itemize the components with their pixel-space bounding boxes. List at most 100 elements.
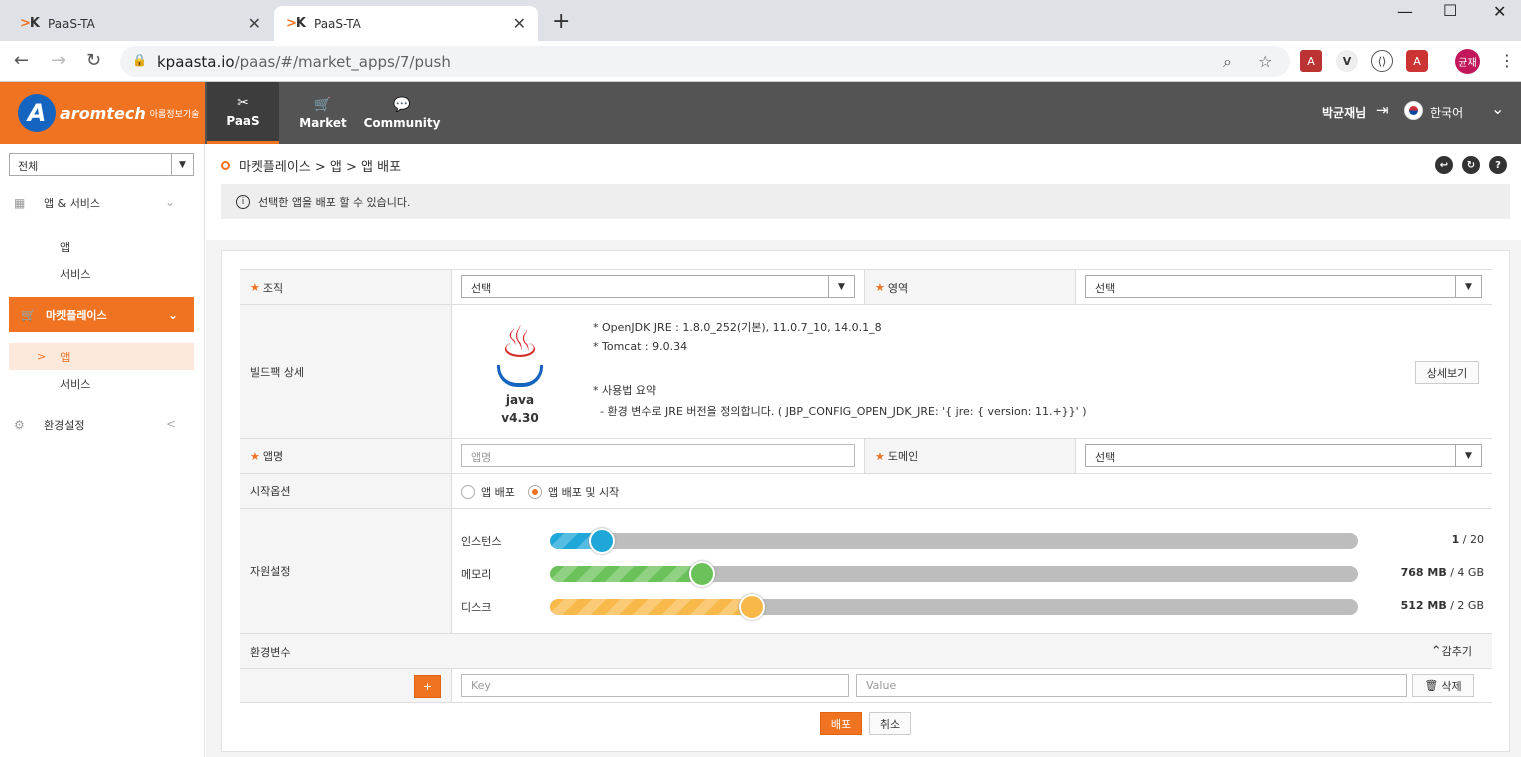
org-select[interactable]: 선택 ▼: [461, 275, 855, 298]
chevron-down-icon[interactable]: ⌄: [165, 195, 175, 209]
disk-slider-handle[interactable]: [739, 594, 765, 620]
memory-label: 메모리: [461, 568, 492, 581]
browser-tab-active[interactable]: >K PaaS-TA ✕: [274, 6, 538, 41]
instance-label: 인스턴스: [461, 535, 502, 548]
add-env-button[interactable]: +: [414, 675, 441, 698]
nav-market[interactable]: 🛒 Market: [293, 82, 353, 144]
tab-title: PaaS-TA: [314, 16, 361, 31]
memory-slider-track[interactable]: [550, 566, 1358, 582]
sidebar-item-app[interactable]: 앱: [60, 239, 70, 255]
deploy-button[interactable]: 배포: [820, 712, 862, 735]
new-tab-icon[interactable]: +: [552, 9, 570, 34]
pdf-extension-icon[interactable]: A: [1300, 50, 1322, 72]
aromtech-logo-icon: A: [18, 94, 56, 132]
info-message: i 선택한 앱을 배포 할 수 있습니다.: [221, 184, 1510, 219]
brand-sub: 아롬정보기술: [149, 109, 200, 120]
appname-input[interactable]: 앱명: [461, 444, 855, 467]
form-row-appname-domain: ★ 앱명 앱명 ★ 도메인 선택 ▼: [240, 438, 1492, 473]
brand-logo[interactable]: A aromtech 아롬정보기술: [0, 82, 205, 144]
browser-menu-icon[interactable]: ⋮: [1499, 51, 1515, 70]
forward-icon[interactable]: →: [51, 50, 66, 71]
close-window-icon[interactable]: ✕: [1493, 2, 1506, 21]
deploy-panel: ★ 조직 선택 ▼ ★ 영역 선택 ▼ 빌드팩 상세 ♨ java v4.30 …: [221, 250, 1510, 752]
vue-extension-icon[interactable]: V: [1336, 50, 1358, 72]
domain-select[interactable]: 선택 ▼: [1085, 444, 1482, 467]
korea-flag-icon: [1404, 101, 1423, 120]
chevron-up-icon: ⌃: [1430, 644, 1442, 659]
form-row-env-header: 환경변수 ⌃감추기: [240, 633, 1492, 668]
angular-extension-icon[interactable]: A: [1406, 50, 1428, 72]
back-circle-icon[interactable]: ↩: [1435, 156, 1453, 174]
sidebar-item-service[interactable]: 서비스: [60, 266, 90, 282]
disk-slider-track[interactable]: [550, 599, 1358, 615]
instance-slider-track[interactable]: [550, 533, 1358, 549]
sidebar-item-market-service[interactable]: 서비스: [60, 376, 90, 392]
browser-tab-bar: >K PaaS-TA ✕ >K PaaS-TA ✕ + — ☐ ✕: [0, 0, 1521, 41]
nav-label: Market: [299, 115, 347, 130]
logout-icon[interactable]: ⇥: [1376, 101, 1389, 119]
chevron-right-icon: >: [37, 350, 47, 363]
form-row-org-space: ★ 조직 선택 ▼ ★ 영역 선택 ▼: [240, 269, 1492, 305]
scope-value: 전체: [18, 160, 39, 173]
radio-deploy-start[interactable]: 앱 배포 및 시작: [528, 484, 619, 500]
detail-button[interactable]: 상세보기: [1415, 361, 1479, 384]
refresh-circle-icon[interactable]: ↻: [1462, 156, 1480, 174]
url-field[interactable]: 🔒 kpaasta.io/paas/#/market_apps/7/push ⌕…: [120, 46, 1290, 77]
nav-paas[interactable]: ✂ PaaS: [207, 82, 279, 144]
url-host: kpaasta.io: [157, 53, 235, 71]
grid-icon: ▦: [14, 196, 26, 210]
form-row-start-option: 시작옵션 앱 배포 앱 배포 및 시작: [240, 473, 1492, 508]
help-icon[interactable]: ?: [1489, 156, 1507, 174]
dropdown-arrow-icon: ▼: [828, 276, 854, 297]
disk-slider-fill: [550, 599, 752, 615]
env-toggle[interactable]: ⌃감추기: [1431, 643, 1472, 659]
chevron-down-icon[interactable]: ⌄: [1491, 99, 1504, 118]
paasta-logo-icon: >K: [286, 16, 306, 31]
buildpack-name: java: [505, 393, 535, 407]
cancel-button[interactable]: 취소: [869, 712, 911, 735]
trash-icon: 🗑: [1424, 679, 1439, 692]
brand-name: aromtech: [60, 103, 146, 123]
org-label: ★ 조직: [240, 270, 452, 305]
scope-select[interactable]: 전체 ▼: [9, 153, 194, 176]
delete-env-button[interactable]: 🗑 삭제: [1412, 674, 1474, 697]
nav-label: Community: [363, 115, 441, 130]
dropdown-arrow-icon: ▼: [1455, 276, 1481, 297]
maximize-icon[interactable]: ☐: [1443, 1, 1457, 20]
zoom-icon[interactable]: ⌕: [1223, 52, 1232, 72]
space-select[interactable]: 선택 ▼: [1085, 275, 1482, 298]
back-icon[interactable]: ←: [14, 50, 29, 71]
user-name[interactable]: 박균재님: [1322, 104, 1366, 121]
env-value-input[interactable]: Value: [856, 674, 1407, 697]
close-tab-icon[interactable]: ✕: [513, 14, 526, 33]
minimize-icon[interactable]: —: [1397, 2, 1413, 21]
browser-tab[interactable]: >K PaaS-TA ✕: [8, 6, 273, 41]
memory-slider-fill: [550, 566, 702, 582]
nav-label: PaaS: [226, 114, 260, 128]
sidebar-group-label: 앱 & 서비스: [44, 197, 101, 210]
memory-value: 768 MB / 4 GB: [1400, 566, 1484, 579]
resource-label: 자원설정: [240, 509, 452, 633]
sidebar-group-apps-services[interactable]: ▦ 앱 & 서비스: [14, 195, 100, 211]
tools-icon: ✂: [237, 95, 249, 111]
chevron-left-icon[interactable]: <: [166, 417, 176, 431]
language-select[interactable]: 한국어: [1430, 104, 1463, 121]
sidebar-group-settings[interactable]: ⚙ 환경설정: [14, 417, 84, 433]
disk-label: 디스크: [461, 601, 492, 614]
reload-icon[interactable]: ↻: [86, 50, 101, 71]
env-key-input[interactable]: Key: [461, 674, 849, 697]
profile-avatar[interactable]: 균재: [1455, 49, 1480, 74]
form-row-resources: 자원설정 인스턴스 1 / 20 메모리 768 MB / 4 GB 디스크 5…: [240, 508, 1492, 633]
instance-slider-handle[interactable]: [589, 528, 615, 554]
radio-deploy[interactable]: 앱 배포: [461, 484, 515, 500]
code-extension-icon[interactable]: ⟨⟩: [1371, 50, 1393, 72]
sidebar-group-marketplace[interactable]: 🛒 마켓플레이스 ⌄: [9, 297, 194, 332]
chevron-down-icon: ⌄: [167, 307, 178, 322]
sidebar-item-market-app[interactable]: > 앱: [9, 343, 194, 370]
memory-slider-handle[interactable]: [689, 561, 715, 587]
dropdown-arrow-icon: ▼: [1455, 445, 1481, 466]
nav-community[interactable]: 💬 Community: [363, 82, 441, 144]
close-tab-icon[interactable]: ✕: [248, 14, 261, 33]
bookmark-star-icon[interactable]: ☆: [1258, 52, 1272, 71]
cart-icon: 🛒: [314, 96, 332, 113]
